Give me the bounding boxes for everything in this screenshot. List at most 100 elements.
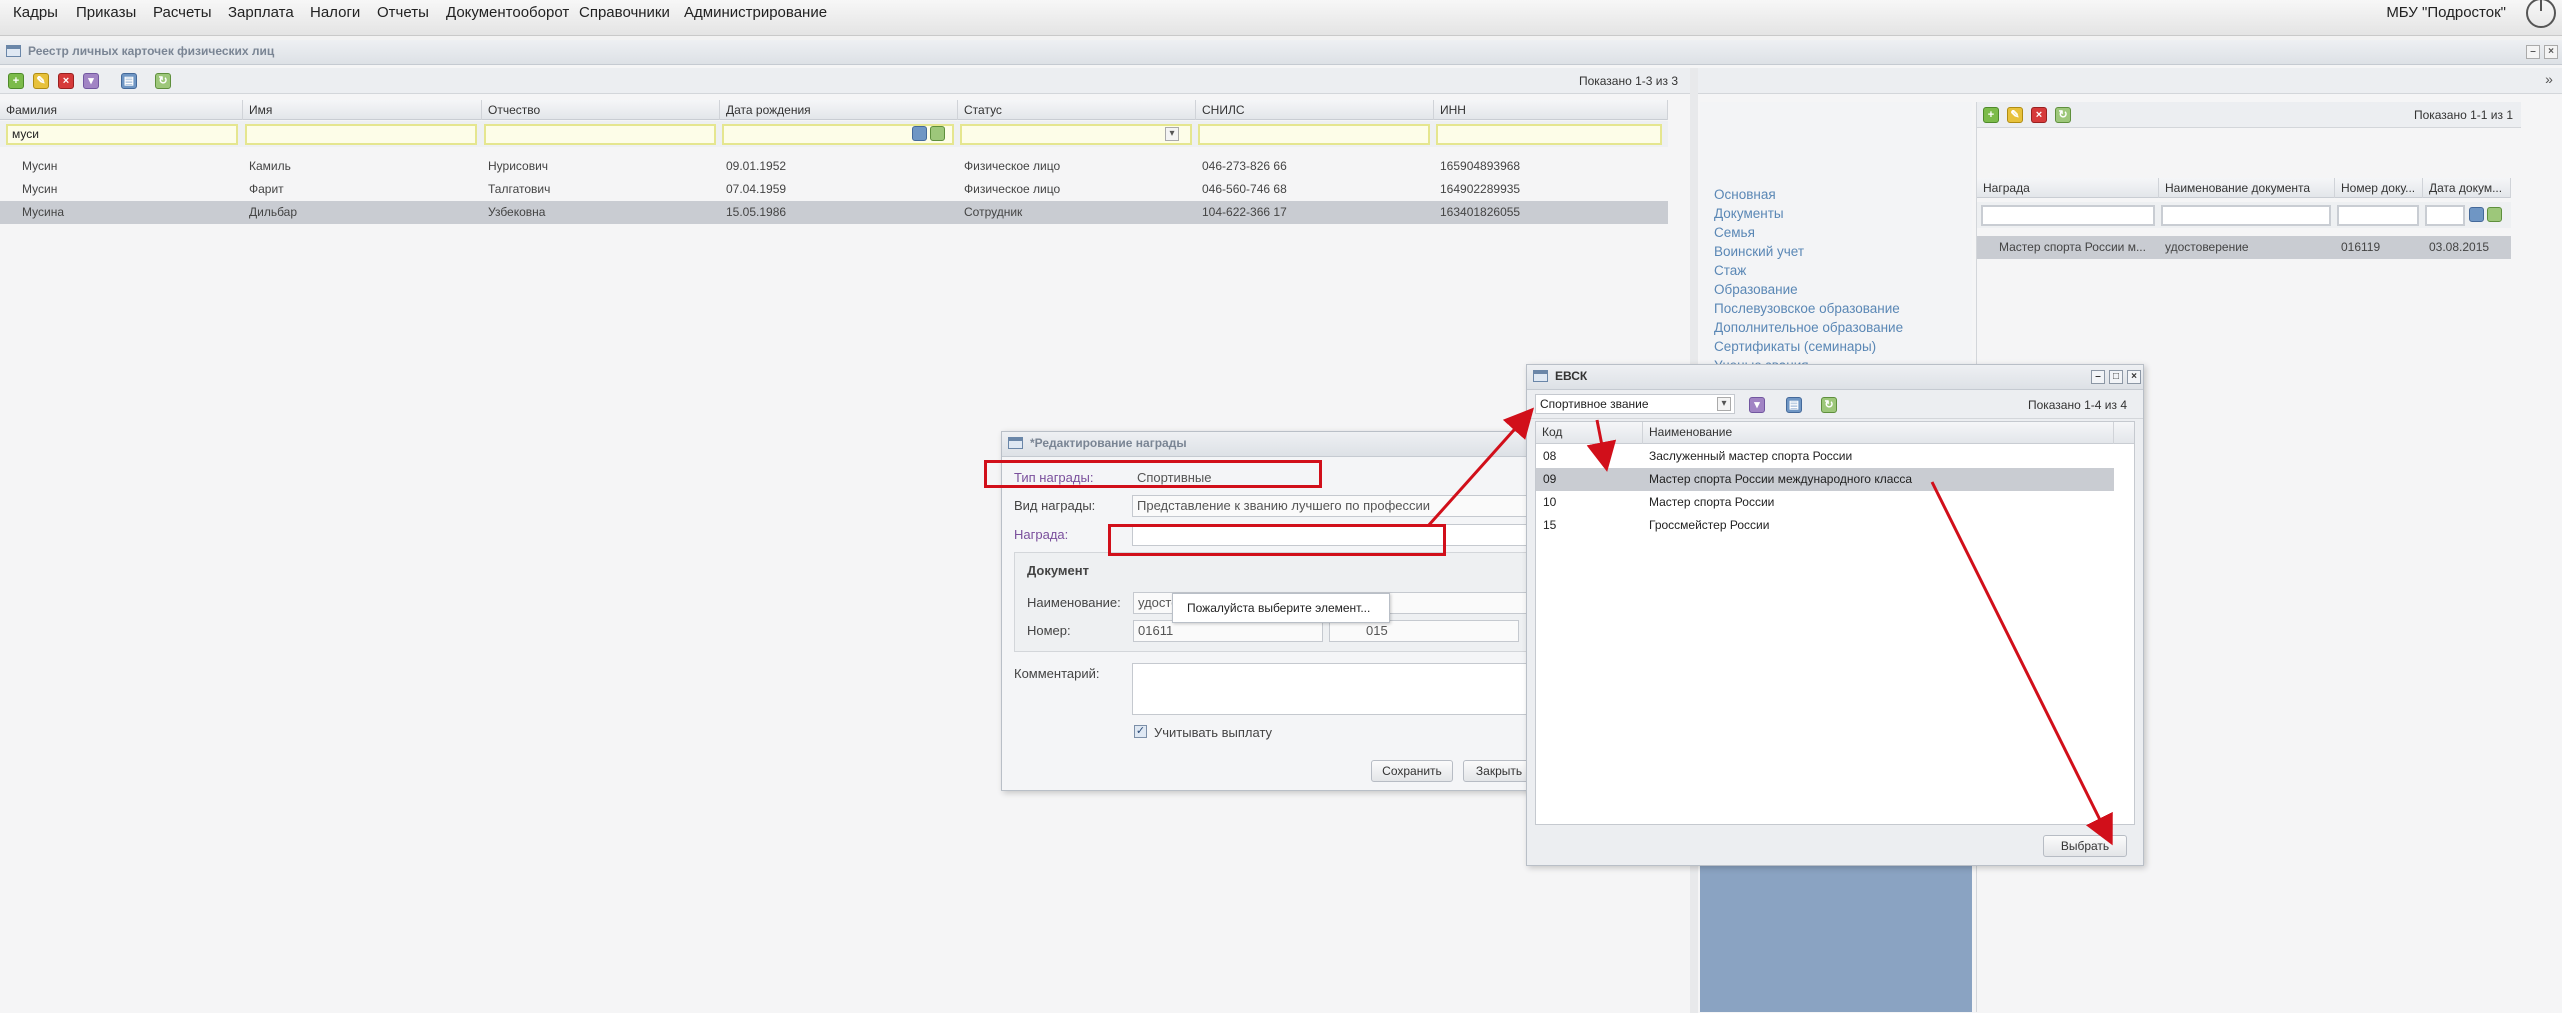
clear-date-icon[interactable] (2487, 207, 2502, 222)
refresh-icon[interactable]: ↻ (1821, 397, 1837, 413)
filter-status-select[interactable] (960, 124, 1192, 145)
column-header[interactable]: Статус (958, 100, 1196, 120)
print-icon[interactable]: ▤ (1786, 397, 1802, 413)
column-header[interactable]: Наименование (1643, 422, 2114, 444)
chevron-down-icon[interactable]: ▾ (1165, 127, 1179, 141)
award-row-selected[interactable]: Мастер спорта России м... удостоверение … (1977, 236, 2511, 259)
minimize-icon[interactable]: – (2526, 45, 2540, 59)
filter-award-input[interactable] (1981, 205, 2155, 226)
filter-docdate-input[interactable] (2425, 205, 2465, 226)
list-item[interactable]: 10 Мастер спорта России (1536, 491, 2114, 514)
evsk-grid: Код Наименование 08 Заслуженный мастер с… (1535, 421, 2135, 825)
add-icon[interactable]: + (8, 73, 24, 89)
calendar-icon[interactable] (912, 126, 927, 141)
column-header[interactable]: СНИЛС (1196, 100, 1434, 120)
cell-code: 09 (1543, 472, 1557, 486)
window-icon (6, 45, 21, 57)
select-item-tooltip: Пожалуйста выберите элемент... (1172, 593, 1390, 623)
filter-lastname-input[interactable]: муси (6, 124, 238, 145)
column-header[interactable]: Дата докум... (2423, 178, 2511, 198)
checkbox-checked-icon[interactable]: ✓ (1134, 725, 1147, 738)
awards-filter-row (1977, 202, 2511, 228)
column-header[interactable]: Номер доку... (2335, 178, 2423, 198)
power-icon[interactable] (2526, 0, 2556, 28)
sidebar-item-3[interactable]: Воинский учет (1710, 244, 1808, 259)
sidebar-item-8[interactable]: Сертификаты (семинары) (1710, 339, 1880, 354)
delete-icon[interactable]: × (58, 73, 74, 89)
table-row-selected[interactable]: Мусина Дильбар Узбековна 15.05.1986 Сотр… (0, 201, 1668, 224)
sidebar-item-6[interactable]: Послевузовское образование (1710, 301, 1904, 316)
refresh-icon[interactable]: ↻ (155, 73, 171, 89)
main-menu-bar: Кадры Приказы Расчеты Зарплата Налоги От… (0, 0, 2562, 36)
category-combo[interactable]: Спортивное звание (1535, 394, 1735, 414)
menu-item-nalogi[interactable]: Налоги (310, 4, 360, 21)
comment-textarea[interactable] (1132, 663, 1532, 715)
award-label: Награда: (1014, 527, 1069, 542)
menu-item-prikazy[interactable]: Приказы (76, 4, 136, 21)
menu-item-otchety[interactable]: Отчеты (377, 4, 429, 21)
sidebar-item-5[interactable]: Образование (1710, 282, 1802, 297)
evsk-title: ЕВСК (1555, 369, 1588, 383)
table-row[interactable]: Мусин Фарит Талгатович 07.04.1959 Физиче… (0, 178, 1668, 201)
delete-award-icon[interactable]: × (2031, 107, 2047, 123)
column-header[interactable]: Отчество (482, 100, 720, 120)
awards-toolbar: + ✎ × ↻ Показано 1-1 из 1 (1977, 102, 2521, 128)
actions-menu-icon[interactable]: ▾ (83, 73, 99, 89)
sidebar-item-2[interactable]: Семья (1710, 225, 1759, 240)
sidebar-item-1[interactable]: Документы (1710, 206, 1788, 221)
maximize-icon[interactable]: □ (2109, 370, 2123, 384)
menu-item-dokumentooborot[interactable]: Документооборот (446, 4, 569, 21)
list-item[interactable]: 08 Заслуженный мастер спорта России (1536, 445, 2114, 468)
sidebar-item-4[interactable]: Стаж (1710, 263, 1750, 278)
close-icon[interactable]: × (2127, 370, 2141, 384)
column-header[interactable]: Код (1536, 422, 1643, 444)
cell-snils: 104-622-366 17 (1202, 205, 1287, 219)
column-header[interactable]: ИНН (1434, 100, 1668, 120)
edit-icon[interactable]: ✎ (33, 73, 49, 89)
menu-item-raschety[interactable]: Расчеты (153, 4, 212, 21)
registry-title: Реестр личных карточек физических лиц (28, 44, 275, 58)
cell-firstname: Камиль (249, 159, 291, 173)
menu-item-kadry[interactable]: Кадры (13, 4, 58, 21)
chevron-down-icon[interactable]: ▾ (1717, 397, 1731, 411)
menu-item-administrirovanie[interactable]: Администрирование (684, 4, 827, 21)
cell-docdate: 03.08.2015 (2429, 240, 2490, 254)
filter-inn-input[interactable] (1436, 124, 1662, 145)
expand-icon[interactable]: » (2542, 72, 2556, 87)
save-button[interactable]: Сохранить (1371, 760, 1453, 782)
registry-filter-row: муси ▾ (0, 121, 1668, 147)
document-number-field[interactable]: 01611 (1133, 620, 1323, 642)
document-date-field[interactable]: 015 (1329, 620, 1519, 642)
cell-code: 15 (1543, 518, 1557, 532)
sidebar-item-0[interactable]: Основная (1710, 187, 1780, 202)
close-icon[interactable]: × (2544, 45, 2558, 59)
edit-award-icon[interactable]: ✎ (2007, 107, 2023, 123)
actions-menu-icon[interactable]: ▾ (1749, 397, 1765, 413)
filter-snils-input[interactable] (1198, 124, 1430, 145)
filter-firstname-input[interactable] (245, 124, 477, 145)
menu-item-spravochniki[interactable]: Справочники (579, 4, 670, 21)
refresh-awards-icon[interactable]: ↻ (2055, 107, 2071, 123)
close-button[interactable]: Закрыть (1463, 760, 1535, 782)
filter-docname-input[interactable] (2161, 205, 2331, 226)
menu-item-zarplata[interactable]: Зарплата (228, 4, 294, 21)
list-item-selected[interactable]: 09 Мастер спорта России международного к… (1536, 468, 2114, 491)
list-item[interactable]: 15 Гроссмейстер России (1536, 514, 2114, 537)
table-row[interactable]: Мусин Камиль Нурисович 09.01.1952 Физиче… (0, 155, 1668, 178)
column-header[interactable]: Дата рождения (720, 100, 958, 120)
calendar-icon[interactable] (2469, 207, 2484, 222)
column-header[interactable]: Награда (1977, 178, 2159, 198)
column-header[interactable]: Наименование документа (2159, 178, 2335, 198)
cell-patronymic: Талгатович (488, 182, 551, 196)
print-icon[interactable]: ▤ (121, 73, 137, 89)
add-award-icon[interactable]: + (1983, 107, 1999, 123)
column-header[interactable]: Имя (243, 100, 482, 120)
award-kind-field[interactable]: Представление к званию лучшего по профес… (1132, 495, 1532, 517)
column-header[interactable]: Фамилия (0, 100, 243, 120)
sidebar-item-7[interactable]: Дополнительное образование (1710, 320, 1907, 335)
select-button[interactable]: Выбрать (2043, 835, 2127, 857)
filter-docnumber-input[interactable] (2337, 205, 2419, 226)
filter-patronymic-input[interactable] (484, 124, 716, 145)
clear-date-icon[interactable] (930, 126, 945, 141)
minimize-icon[interactable]: – (2091, 370, 2105, 384)
